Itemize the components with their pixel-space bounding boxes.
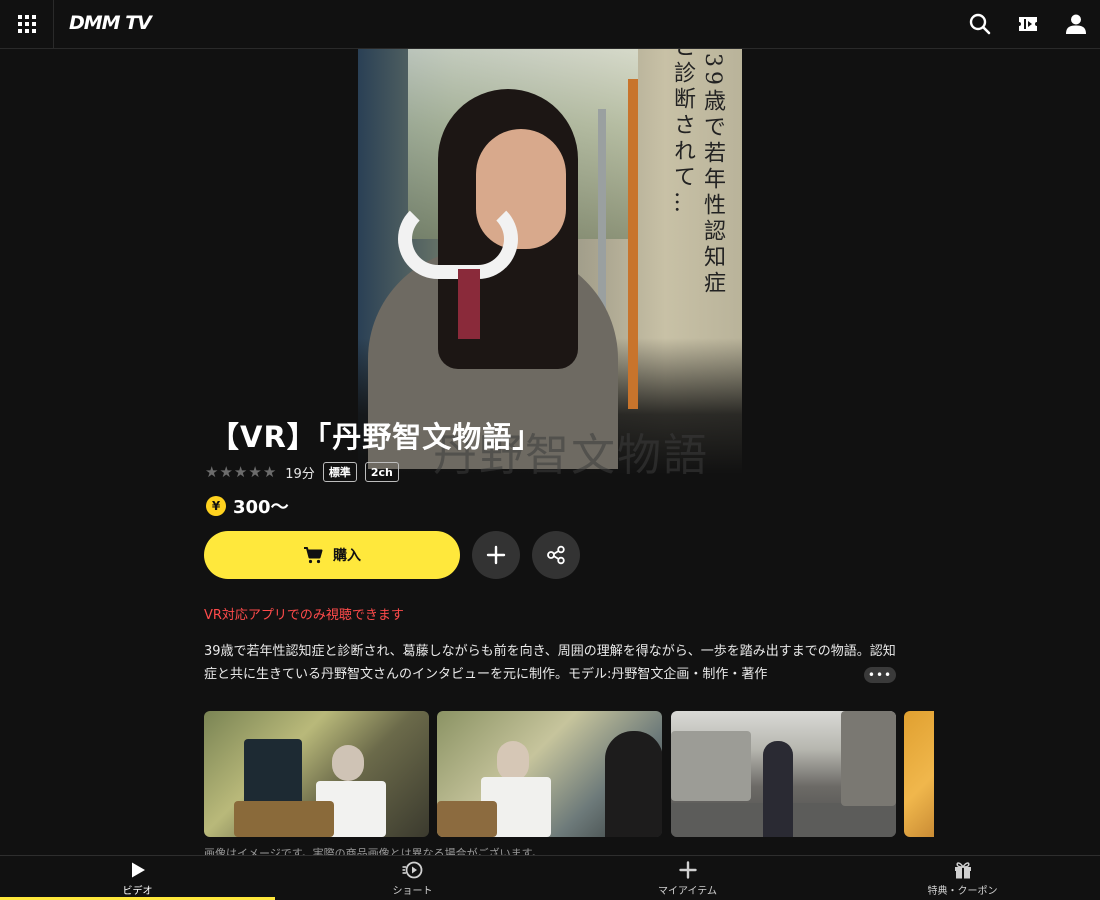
nav-my-items[interactable]: マイアイテム — [550, 856, 825, 900]
hero-vertical-text-2: と診断されて… — [670, 49, 695, 217]
share-icon — [547, 545, 565, 565]
audio-tag: 2ch — [364, 462, 399, 482]
cart-icon — [303, 546, 323, 564]
sample-image-1-doctor-head — [332, 745, 364, 781]
nav-my-items-label: マイアイテム — [658, 885, 717, 897]
sample-images-row — [204, 711, 934, 837]
ticket-icon — [1019, 17, 1037, 31]
sample-image-2[interactable] — [437, 711, 662, 837]
sample-image-2-desk — [437, 801, 497, 837]
plus-icon — [678, 860, 697, 879]
plus-icon — [486, 545, 506, 565]
top-header: DMM TV — [0, 0, 1100, 49]
share-button[interactable] — [532, 531, 580, 579]
sample-image-4[interactable] — [904, 711, 934, 837]
sample-image-1[interactable] — [204, 711, 429, 837]
play-icon — [131, 862, 145, 877]
sample-image-2-doctor-head — [497, 741, 529, 781]
star-icon: ★ — [233, 462, 248, 481]
nav-short-label: ショート — [392, 885, 433, 897]
dmm-tv-logo[interactable]: DMM TV — [69, 12, 152, 34]
nav-short[interactable]: ショート — [275, 856, 550, 900]
search-icon — [969, 13, 991, 35]
duration: 19分 — [285, 466, 315, 482]
description-text: 39歳で若年性認知症と診断され、葛藤しながらも前を向き、周囲の理解を得ながら、一… — [204, 644, 896, 682]
star-icon: ★ — [262, 462, 277, 481]
buy-button-label: 購入 — [333, 548, 361, 564]
expand-description-button[interactable]: ••• — [864, 667, 896, 683]
nav-video[interactable]: ビデオ — [0, 856, 275, 900]
star-icon: ★ — [219, 462, 233, 481]
sample-image-1-monitor — [244, 739, 302, 809]
star-icon: ★ — [205, 462, 219, 481]
sample-image-2-woman — [605, 731, 662, 837]
rating-stars: ★ ★ ★ ★ ★ — [205, 462, 277, 481]
price-value: 300〜 — [233, 497, 289, 518]
ticket-button[interactable] — [1016, 12, 1040, 36]
hero-key-art: 39歳で若年性認知症 と診断されて… 丹野智文物語 — [358, 49, 742, 474]
sample-image-3[interactable] — [671, 711, 896, 837]
page-title: 【VR】「丹野智文物語」 — [210, 420, 543, 454]
apps-menu-button[interactable] — [0, 0, 54, 48]
apps-grid-icon — [17, 15, 36, 33]
nav-video-label: ビデオ — [122, 885, 153, 897]
hero-handrail — [628, 79, 638, 409]
nav-coupons[interactable]: 特典・クーポン — [825, 856, 1100, 900]
nav-coupons-label: 特典・クーポン — [927, 885, 998, 897]
sample-image-3-building — [841, 711, 896, 806]
quality-tag: 標準 — [322, 462, 357, 482]
add-to-list-button[interactable] — [472, 531, 520, 579]
user-button[interactable] — [1064, 12, 1088, 36]
hero-vertical-text-1: 39歳で若年性認知症 — [700, 53, 725, 297]
hero-tie — [458, 269, 480, 339]
star-icon: ★ — [248, 462, 262, 481]
hero-headphones — [398, 199, 518, 279]
yen-icon: ¥ — [206, 496, 226, 516]
sample-image-1-desk — [234, 801, 334, 837]
sample-image-3-person — [763, 741, 793, 837]
sample-image-3-shutters — [671, 731, 751, 801]
vr-only-notice: VR対応アプリでのみ視聴できます — [204, 608, 404, 623]
buy-button[interactable]: 購入 — [204, 531, 460, 579]
search-button[interactable] — [968, 12, 992, 36]
price-row: ¥ 300〜 — [206, 493, 289, 519]
bottom-navigation: ビデオ ショート マイアイテム 特典・クーポン — [0, 855, 1100, 900]
gift-icon — [954, 861, 971, 879]
user-icon — [1066, 14, 1086, 34]
meta-row: ★ ★ ★ ★ ★ 19分 標準 2ch — [205, 461, 399, 483]
short-play-icon — [402, 861, 422, 878]
